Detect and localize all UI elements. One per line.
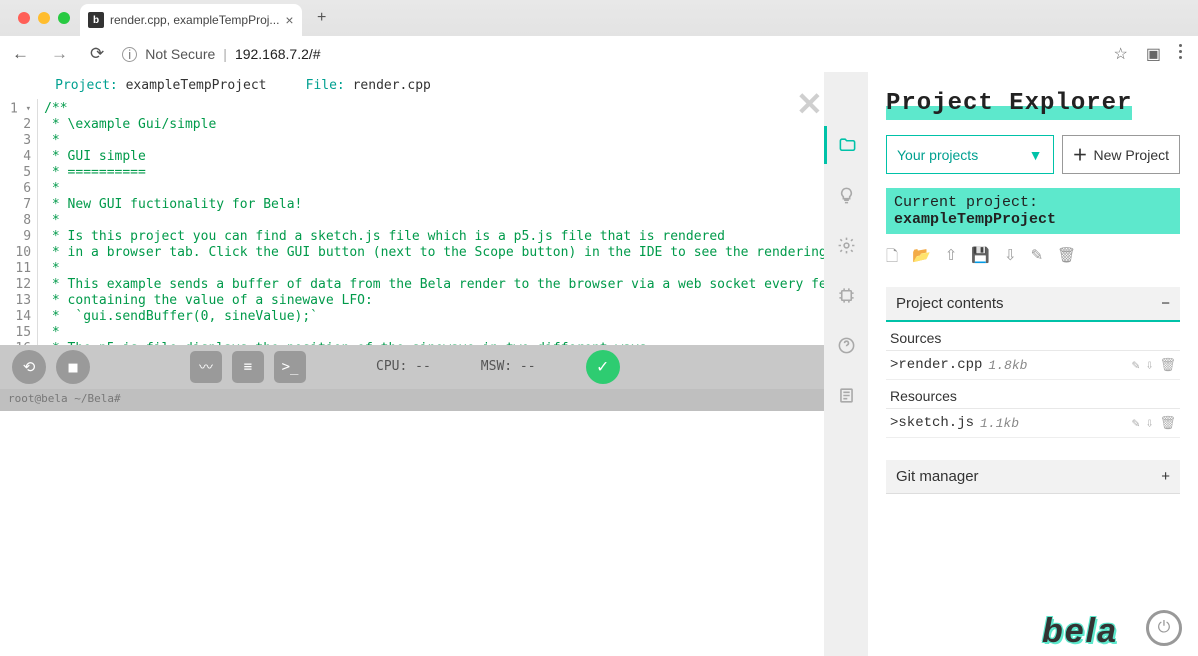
new-project-button[interactable]: ＋ New Project [1062, 135, 1180, 174]
chip-icon[interactable] [824, 276, 868, 314]
tab-title: render.cpp, exampleTempProj... [110, 13, 279, 27]
sources-header: Sources [886, 322, 1180, 351]
gear-icon[interactable] [824, 226, 868, 264]
open-folder-icon[interactable]: 📂 [912, 246, 931, 271]
cleanup-icon[interactable]: ✎ [1031, 246, 1044, 271]
project-contents-header[interactable]: Project contents − [886, 287, 1180, 322]
power-button[interactable]: ⏻ [1146, 610, 1182, 646]
delete-icon[interactable]: 🗑 [1057, 246, 1076, 271]
empty-space [0, 411, 824, 656]
address-bar: ← → ⟳ i Not Secure | 192.168.7.2/# ☆ ▣ [0, 36, 1198, 72]
sliders-button[interactable]: ≡ [232, 351, 264, 383]
new-file-icon[interactable]: 🗋 [886, 246, 898, 271]
bottom-toolbar: ⟲ ■ 〰 ≡ >_ CPU: -- MSW: -- ✓ [0, 345, 824, 389]
current-project-label: Current project: [894, 194, 1038, 211]
save-icon[interactable]: 💾 [971, 246, 990, 271]
projects-dropdown[interactable]: Your projects ▼ [886, 135, 1054, 174]
help-icon[interactable] [824, 326, 868, 364]
cast-icon[interactable]: ▣ [1146, 44, 1161, 64]
bela-logo: bela [1042, 612, 1118, 651]
scope-button[interactable]: 〰 [190, 351, 222, 383]
msw-status: MSW: -- [481, 359, 536, 374]
run-button[interactable]: ⟲ [12, 350, 46, 384]
file-row[interactable]: >render.cpp 1.8kb ✎ ⇩ 🗑 [886, 351, 1180, 380]
folder-icon[interactable] [824, 126, 868, 164]
file-row[interactable]: >sketch.js 1.1kb ✎ ⇩ 🗑 [886, 409, 1180, 438]
project-explorer-panel: Project Explorer Your projects ▼ ＋ New P… [868, 72, 1198, 656]
terminal-button[interactable]: >_ [274, 351, 306, 383]
url-text: 192.168.7.2/# [235, 46, 321, 62]
side-icon-strip [824, 72, 868, 656]
file-name: >render.cpp [890, 357, 982, 373]
forward-button[interactable]: → [47, 44, 72, 64]
delete-file-icon[interactable]: 🗑 [1159, 358, 1176, 373]
reload-button[interactable]: ⟳ [86, 44, 108, 64]
git-manager-header[interactable]: Git manager + [886, 460, 1180, 494]
docs-icon[interactable] [824, 376, 868, 414]
ide: Project: exampleTempProject File: render… [0, 72, 1198, 656]
site-info-icon[interactable]: i [122, 47, 137, 62]
project-name: exampleTempProject [126, 78, 267, 93]
lightbulb-icon[interactable] [824, 176, 868, 214]
close-tab-icon[interactable]: × [285, 12, 293, 28]
back-button[interactable]: ← [8, 44, 33, 64]
star-icon[interactable]: ☆ [1114, 44, 1128, 64]
current-project-name: exampleTempProject [894, 211, 1056, 228]
close-panel-icon[interactable]: ✕ [796, 85, 823, 123]
close-window[interactable] [18, 12, 30, 24]
browser-chrome: b render.cpp, exampleTempProj... × + ← →… [0, 0, 1198, 72]
delete-file-icon[interactable]: 🗑 [1159, 416, 1176, 431]
project-label: Project: [55, 78, 125, 93]
build-ok-icon[interactable]: ✓ [586, 350, 620, 384]
rename-icon[interactable]: ✎ [1132, 358, 1140, 373]
url-field[interactable]: i Not Secure | 192.168.7.2/# [122, 46, 1099, 62]
expand-icon: + [1161, 468, 1170, 485]
current-project-banner: Current project: exampleTempProject [886, 188, 1180, 234]
stop-button[interactable]: ■ [56, 350, 90, 384]
status-group: CPU: -- MSW: -- [376, 359, 536, 374]
new-project-label: New Project [1094, 147, 1169, 163]
code-lines[interactable]: /** * \example Gui/simple * * GUI simple… [38, 99, 824, 345]
window-controls [8, 12, 80, 36]
panel-title: Project Explorer [886, 90, 1132, 120]
plus-icon: ＋ [1073, 144, 1088, 165]
editor-column: Project: exampleTempProject File: render… [0, 72, 824, 656]
section-title: Git manager [896, 468, 979, 485]
maximize-window[interactable] [58, 12, 70, 24]
download-icon[interactable]: ⇩ [1004, 246, 1017, 271]
security-status: Not Secure [145, 46, 215, 62]
upload-icon[interactable]: ⇧ [945, 246, 958, 271]
file-name: >sketch.js [890, 415, 974, 431]
minimize-window[interactable] [38, 12, 50, 24]
file-name: render.cpp [353, 78, 431, 93]
cpu-status: CPU: -- [376, 359, 431, 374]
new-tab-button[interactable]: + [308, 4, 336, 32]
download-file-icon[interactable]: ⇩ [1146, 416, 1154, 431]
file-size: 1.8kb [988, 358, 1027, 373]
file-header: Project: exampleTempProject File: render… [0, 72, 824, 99]
section-title: Project contents [896, 295, 1004, 312]
line-gutter: 1 ▾2345678910111213141516171819202122232… [0, 99, 38, 345]
browser-tab[interactable]: b render.cpp, exampleTempProj... × [80, 4, 302, 36]
file-size: 1.1kb [980, 416, 1019, 431]
terminal[interactable]: root@bela ~/Bela# [0, 389, 824, 411]
collapse-icon: − [1161, 295, 1170, 312]
menu-button[interactable] [1179, 44, 1182, 64]
chevron-down-icon: ▼ [1029, 147, 1043, 163]
favicon-icon: b [88, 12, 104, 28]
file-operations: 🗋 📂 ⇧ 💾 ⇩ ✎ 🗑 [886, 246, 1180, 271]
tab-bar: b render.cpp, exampleTempProj... × + [0, 0, 1198, 36]
rename-icon[interactable]: ✎ [1132, 416, 1140, 431]
file-label: File: [306, 78, 353, 93]
terminal-prompt: root@bela ~/Bela# [8, 392, 121, 405]
resources-header: Resources [886, 380, 1180, 409]
code-editor[interactable]: 1 ▾2345678910111213141516171819202122232… [0, 99, 824, 345]
download-file-icon[interactable]: ⇩ [1146, 358, 1154, 373]
dropdown-label: Your projects [897, 147, 978, 163]
